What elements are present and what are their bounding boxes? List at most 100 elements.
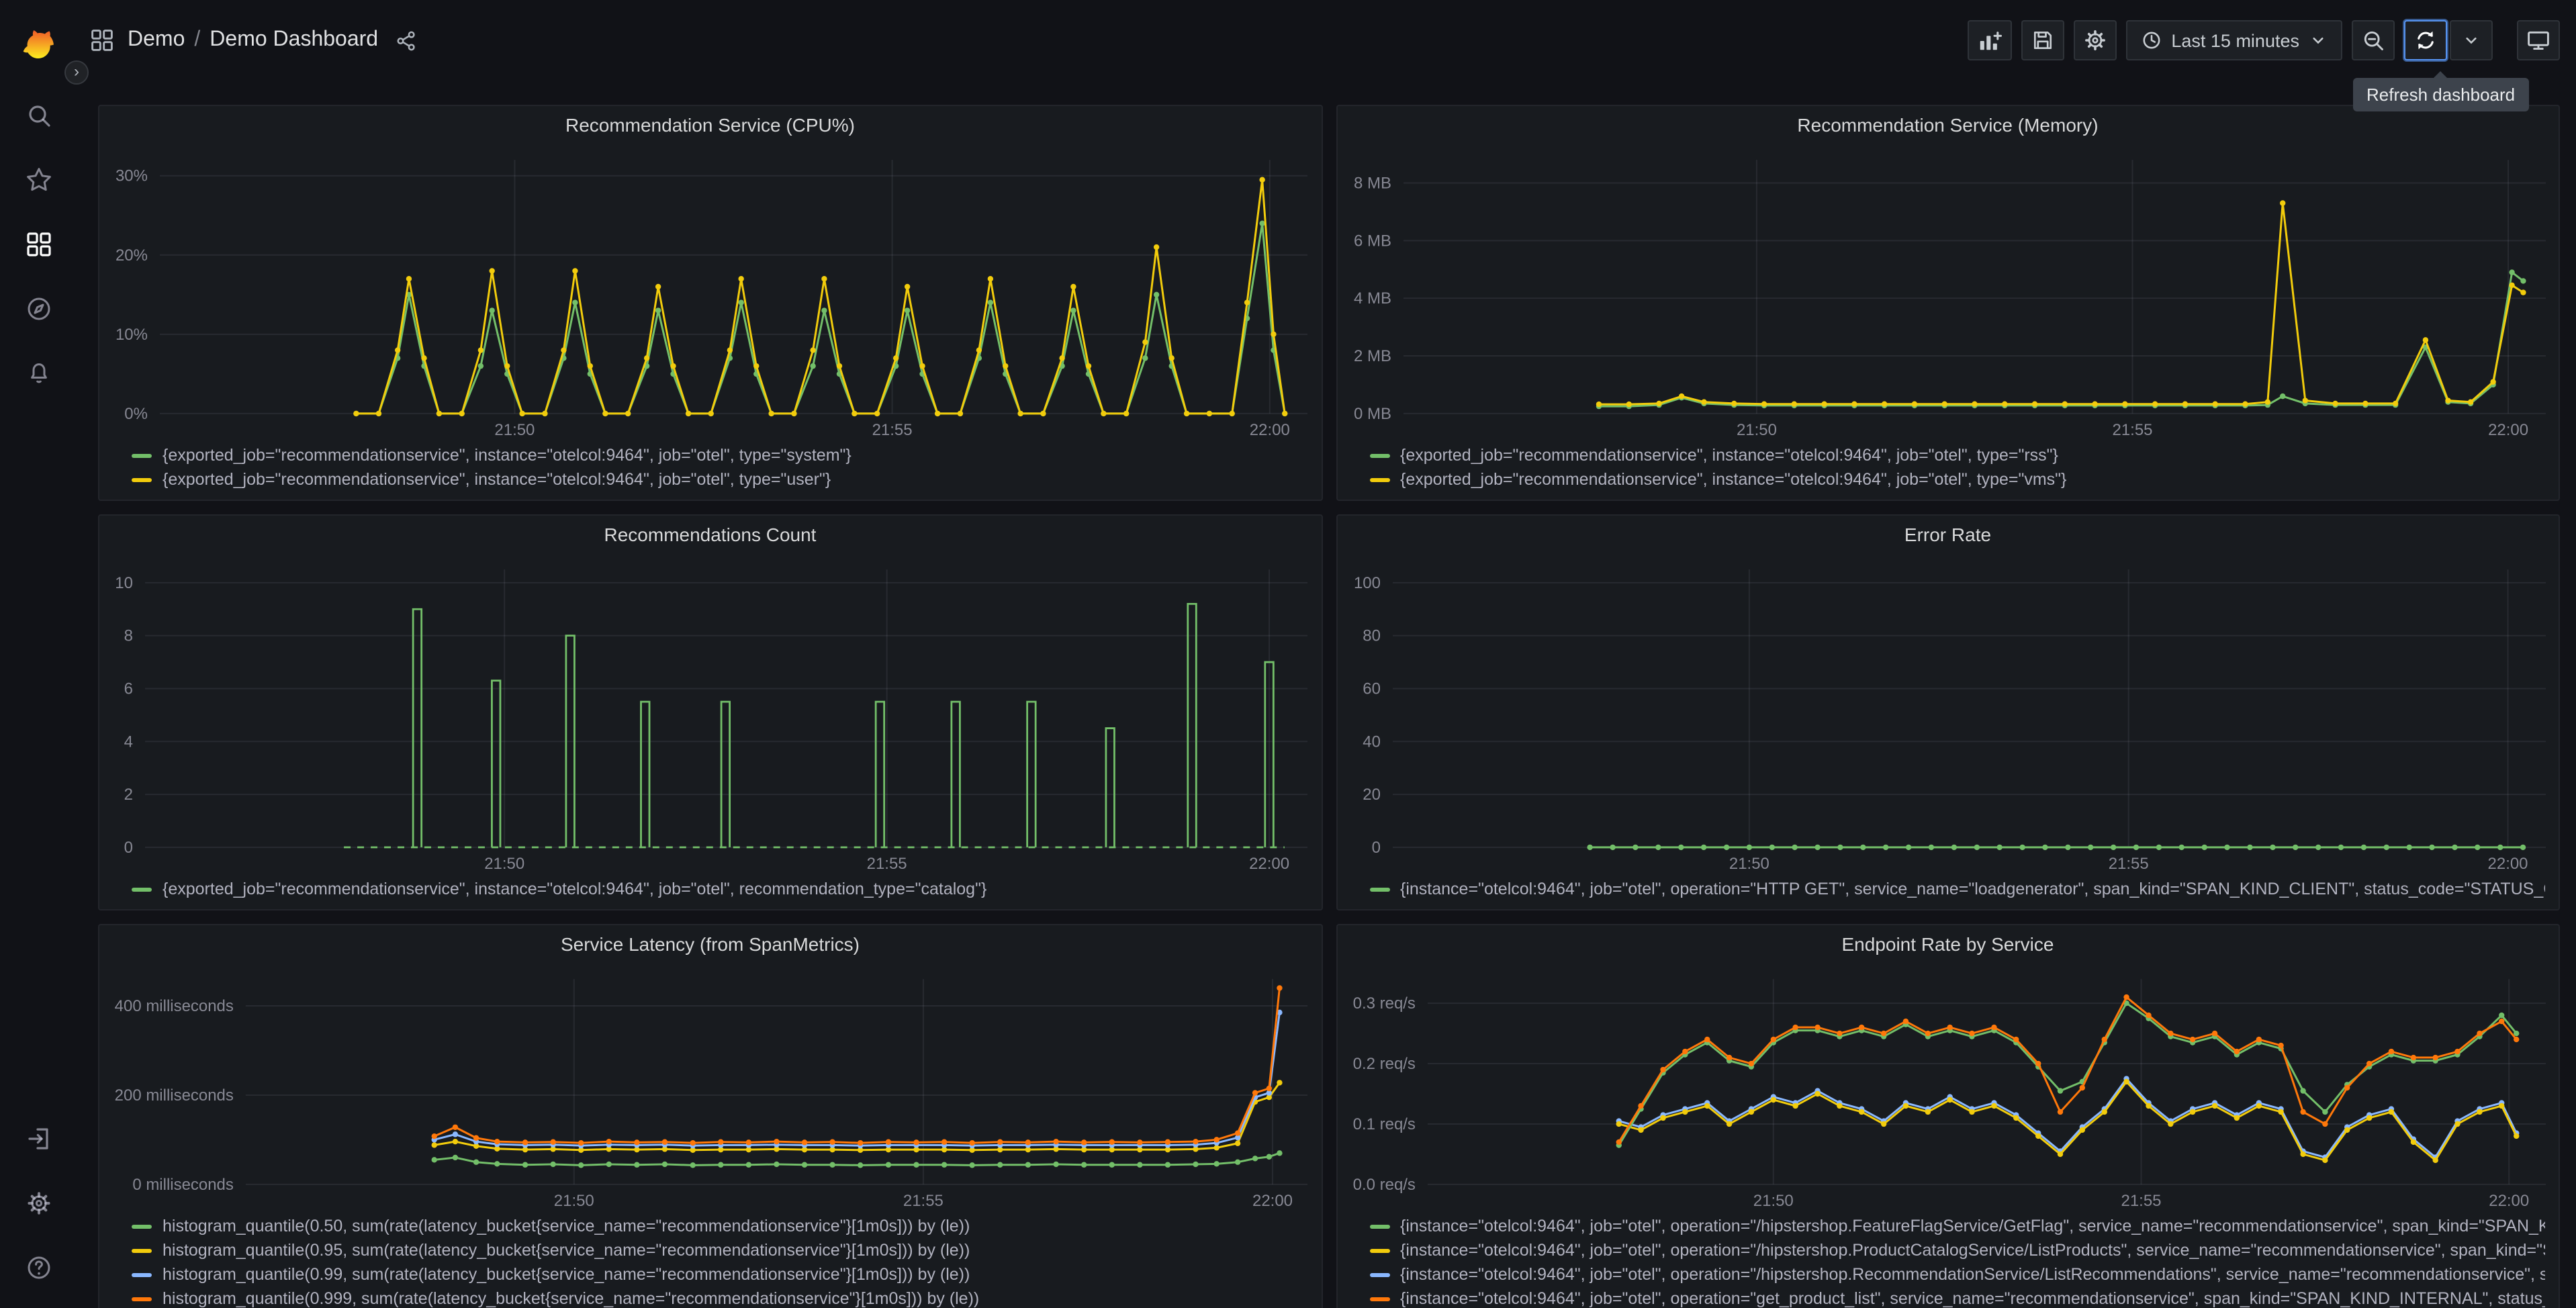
panel-2: Recommendation Service (Memory) 0 MB 2 MB 4… [1336, 105, 2560, 501]
sidebar-item-starred[interactable] [9, 150, 68, 209]
sidebar [0, 0, 77, 1308]
chart-canvas[interactable]: 0 MB 2 MB 4 MB 6 MB 8 MB 21:50 21:55 22:00 [1337, 144, 2559, 443]
legend-item[interactable]: {instance="otelcol:9464", job="otel", op… [1369, 1241, 2545, 1260]
chart-canvas[interactable]: 0.0 req/s 0.1 req/s 0.2 req/s 0.3 req/s 21:5… [1337, 963, 2559, 1214]
legend-label[interactable]: {exported_job="recommendationservice", i… [1400, 446, 2058, 465]
series-blue [431, 1009, 1283, 1149]
legend-item[interactable]: {exported_job="recommendationservice", i… [1369, 470, 2545, 489]
legend-label[interactable]: {instance="otelcol:9464", job="otel", op… [1400, 1217, 2545, 1235]
panel-grid: Recommendation Service (CPU%) 0% 10% 20% 30%… [77, 81, 2576, 1308]
legend-item[interactable]: {exported_job="recommendationservice", i… [132, 880, 1307, 898]
legend-item[interactable]: {instance="otelcol:9464", job="otel", op… [1369, 1265, 2545, 1284]
zoom-out-button[interactable] [2352, 20, 2395, 60]
time-range-picker[interactable]: Last 15 minutes [2125, 20, 2342, 60]
x-tick-label: 22:00 [2487, 855, 2528, 873]
sidebar-item-help[interactable] [9, 1238, 68, 1297]
legend-item[interactable]: histogram_quantile(0.95, sum(rate(latenc… [132, 1241, 1307, 1260]
panel-title[interactable]: Error Rate [1337, 516, 2559, 553]
legend-swatch[interactable] [1369, 477, 1389, 481]
y-tick-label: 8 [124, 627, 133, 645]
chart-area: 0 2 4 6 8 10 21:50 21:55 22:00 [99, 553, 1321, 877]
legend-label[interactable]: histogram_quantile(0.50, sum(rate(latenc… [163, 1217, 970, 1235]
y-tick-label: 0 MB [1353, 405, 1391, 423]
chevron-down-icon [2313, 37, 2324, 44]
legend-label[interactable]: histogram_quantile(0.95, sum(rate(latenc… [163, 1241, 970, 1260]
sidebar-item-dashboards[interactable] [9, 215, 68, 274]
panel-title[interactable]: Recommendation Service (CPU%) [99, 106, 1321, 144]
gear-icon [2084, 30, 2105, 50]
x-tick-label: 21:50 [1729, 855, 1769, 873]
legend-label[interactable]: {instance="otelcol:9464", job="otel", op… [1400, 1289, 2545, 1308]
legend-label[interactable]: {exported_job="recommendationservice", i… [163, 470, 831, 489]
breadcrumb-current: Demo Dashboard [210, 28, 379, 51]
legend-swatch[interactable] [1369, 1272, 1389, 1276]
legend-label[interactable]: histogram_quantile(0.999, sum(rate(laten… [163, 1289, 979, 1308]
legend-item[interactable]: {instance="otelcol:9464", job="otel", op… [1369, 1217, 2545, 1235]
legend-item[interactable]: {exported_job="recommendationservice", i… [132, 446, 1307, 465]
x-tick-label: 21:55 [2112, 421, 2152, 439]
panel-title[interactable]: Service Latency (from SpanMetrics) [99, 925, 1321, 963]
add-panel-button[interactable] [1967, 20, 2012, 60]
legend-label[interactable]: {exported_job="recommendationservice", i… [163, 446, 852, 465]
legend-swatch[interactable] [132, 453, 152, 457]
chart-canvas[interactable]: 0 20 40 60 80 100 21:50 21:55 22:00 [1337, 553, 2559, 877]
breadcrumb-folder[interactable]: Demo [128, 28, 185, 51]
y-tick-label: 0.0 req/s [1352, 1176, 1415, 1194]
sidebar-item-sign-in[interactable] [9, 1109, 68, 1168]
share-dashboard-button[interactable] [392, 26, 420, 54]
legend-label[interactable]: {instance="otelcol:9464", job="otel", op… [1400, 1241, 2545, 1260]
panel-title[interactable]: Recommendation Service (Memory) [1337, 106, 2559, 144]
y-tick-label: 30% [116, 167, 148, 185]
sidebar-item-search[interactable] [9, 86, 68, 145]
axes: 0 20 40 60 80 100 21:50 21:55 22:00 [1353, 569, 2546, 873]
legend-swatch[interactable] [1369, 1224, 1389, 1228]
legend-label[interactable]: histogram_quantile(0.99, sum(rate(latenc… [163, 1265, 970, 1284]
cycle-view-mode-button[interactable] [2517, 20, 2560, 60]
legend-item[interactable]: histogram_quantile(0.999, sum(rate(laten… [132, 1289, 1307, 1308]
legend-swatch[interactable] [132, 1224, 152, 1228]
sidebar-item-explore[interactable] [9, 279, 68, 338]
y-tick-label: 0.2 req/s [1352, 1055, 1415, 1073]
dashboards-grid-icon [26, 232, 50, 256]
legend-swatch[interactable] [1369, 1297, 1389, 1301]
panel-title[interactable]: Endpoint Rate by Service [1337, 925, 2559, 963]
legend-swatch[interactable] [132, 477, 152, 481]
legend-item[interactable]: {exported_job="recommendationservice", i… [132, 470, 1307, 489]
x-tick-label: 22:00 [1250, 421, 1290, 439]
legend-item[interactable]: {instance="otelcol:9464", job="otel", op… [1369, 1289, 2545, 1308]
sidebar-item-alerting[interactable] [9, 344, 68, 403]
chart-canvas[interactable]: 0% 10% 20% 30% 21:50 21:55 22:00 [99, 144, 1321, 443]
chart-canvas[interactable]: 0 2 4 6 8 10 21:50 21:55 22:00 [99, 553, 1321, 877]
monitor-icon [2528, 31, 2549, 50]
legend: {instance="otelcol:9464", job="otel", op… [1337, 877, 2559, 909]
legend-label[interactable]: {exported_job="recommendationservice", i… [163, 880, 986, 898]
legend-item[interactable]: {exported_job="recommendationservice", i… [1369, 446, 2545, 465]
legend-item[interactable]: histogram_quantile(0.99, sum(rate(latenc… [132, 1265, 1307, 1284]
legend-label[interactable]: {instance="otelcol:9464", job="otel", op… [1400, 1265, 2545, 1284]
legend-swatch[interactable] [1369, 887, 1389, 891]
refresh-interval-dropdown[interactable] [2450, 20, 2493, 60]
refresh-button[interactable] [2404, 20, 2447, 60]
sidebar-expand-button[interactable]: › [64, 60, 89, 85]
legend-swatch[interactable] [132, 1248, 152, 1252]
sidebar-bottom-group [9, 1107, 68, 1300]
panel-title[interactable]: Recommendations Count [99, 516, 1321, 553]
legend-item[interactable]: {instance="otelcol:9464", job="otel", op… [1369, 880, 2545, 898]
legend-swatch[interactable] [132, 1272, 152, 1276]
legend-label[interactable]: {instance="otelcol:9464", job="otel", op… [1400, 880, 2545, 898]
sidebar-item-settings[interactable] [9, 1174, 68, 1233]
legend-label[interactable]: {exported_job="recommendationservice", i… [1400, 470, 2066, 489]
legend-swatch[interactable] [1369, 1248, 1389, 1252]
series-yellow [1615, 1078, 2519, 1164]
grafana-logo[interactable] [20, 16, 56, 75]
dashboard-settings-button[interactable] [2073, 20, 2117, 60]
chart-area: 0 20 40 60 80 100 21:50 21:55 22:00 [1337, 553, 2559, 877]
legend-swatch[interactable] [132, 1297, 152, 1301]
breadcrumb-separator: / [194, 28, 201, 51]
legend-swatch[interactable] [132, 887, 152, 891]
save-dashboard-button[interactable] [2021, 20, 2064, 60]
legend-item[interactable]: histogram_quantile(0.50, sum(rate(latenc… [132, 1217, 1307, 1235]
panel-4: Error Rate 0 20 40 60 80 100 21:50 21:55 22:00 {in… [1336, 514, 2560, 910]
legend-swatch[interactable] [1369, 453, 1389, 457]
chart-canvas[interactable]: 0 milliseconds 200 milliseconds 400 millis… [99, 963, 1321, 1214]
